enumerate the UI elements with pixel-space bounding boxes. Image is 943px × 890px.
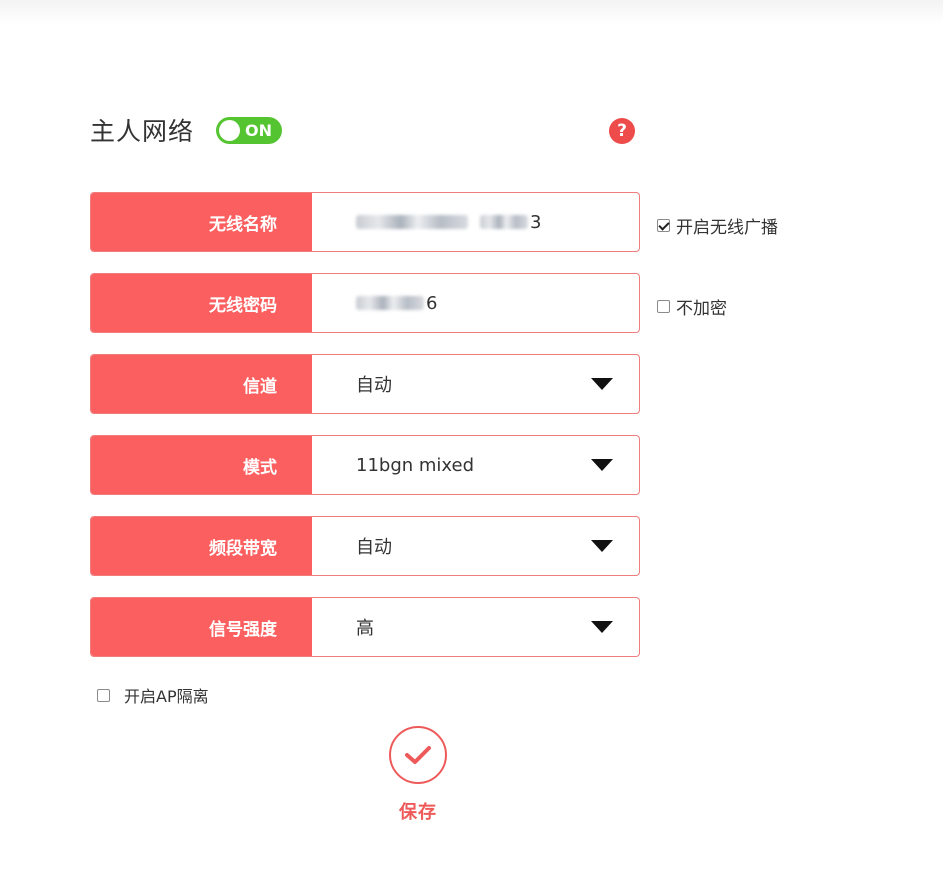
channel-row: 信道 自动 <box>90 354 640 414</box>
ssid-label: 无线名称 <box>91 193 312 251</box>
mode-row: 模式 11bgn mixed <box>90 435 640 495</box>
network-toggle[interactable]: ON <box>216 116 283 144</box>
header: 主人网络 ON <box>90 110 283 150</box>
channel-value: 自动 <box>356 375 392 396</box>
toggle-label: ON <box>245 120 273 140</box>
help-icon[interactable]: ? <box>609 118 635 144</box>
ssid-input[interactable]: 3 <box>312 193 639 251</box>
signal-label: 信号强度 <box>91 598 312 656</box>
checkbox-icon <box>97 688 110 702</box>
password-value-tail: 6 <box>426 292 438 314</box>
save-circle <box>389 726 447 784</box>
save-label: 保存 <box>399 802 437 823</box>
blurred-text <box>356 215 468 229</box>
top-bar <box>0 0 943 24</box>
password-label: 无线密码 <box>91 274 312 332</box>
dropdown-caret-icon <box>591 459 613 471</box>
ssid-value-tail: 3 <box>530 211 542 233</box>
signal-value: 高 <box>356 618 374 639</box>
checkbox-checked-icon <box>657 219 670 232</box>
toggle-knob <box>219 119 241 141</box>
bandwidth-label: 频段带宽 <box>91 517 312 575</box>
broadcast-label: 开启无线广播 <box>676 218 778 238</box>
blurred-text <box>480 215 528 229</box>
mode-value: 11bgn mixed <box>356 454 475 476</box>
save-button[interactable]: 保存 <box>388 726 448 824</box>
checkbox-icon <box>657 300 670 313</box>
checkmark-icon <box>405 746 431 764</box>
dropdown-caret-icon <box>591 378 613 390</box>
blurred-text <box>356 296 424 310</box>
bandwidth-select[interactable]: 自动 <box>312 517 639 575</box>
bandwidth-row: 频段带宽 自动 <box>90 516 640 576</box>
bandwidth-value: 自动 <box>356 537 392 558</box>
channel-label: 信道 <box>91 355 312 413</box>
ssid-row: 无线名称 3 <box>90 192 640 252</box>
no-encrypt-checkbox[interactable]: 不加密 <box>657 294 727 319</box>
password-input[interactable]: 6 <box>312 274 639 332</box>
signal-select[interactable]: 高 <box>312 598 639 656</box>
channel-select[interactable]: 自动 <box>312 355 639 413</box>
mode-label: 模式 <box>91 436 312 494</box>
ap-isolation-checkbox[interactable]: 开启AP隔离 <box>97 683 209 707</box>
page-title: 主人网络 <box>90 117 195 146</box>
mode-select[interactable]: 11bgn mixed <box>312 436 639 494</box>
broadcast-checkbox[interactable]: 开启无线广播 <box>657 213 778 238</box>
no-encrypt-label: 不加密 <box>676 299 727 319</box>
signal-row: 信号强度 高 <box>90 597 640 657</box>
wireless-settings-page: 主人网络 ON ? 无线名称 3 开启无线广播 无线密码 6 不加密 信道 自动… <box>0 0 943 890</box>
ap-isolation-label: 开启AP隔离 <box>124 687 209 706</box>
dropdown-caret-icon <box>591 621 613 633</box>
dropdown-caret-icon <box>591 540 613 552</box>
password-row: 无线密码 6 <box>90 273 640 333</box>
